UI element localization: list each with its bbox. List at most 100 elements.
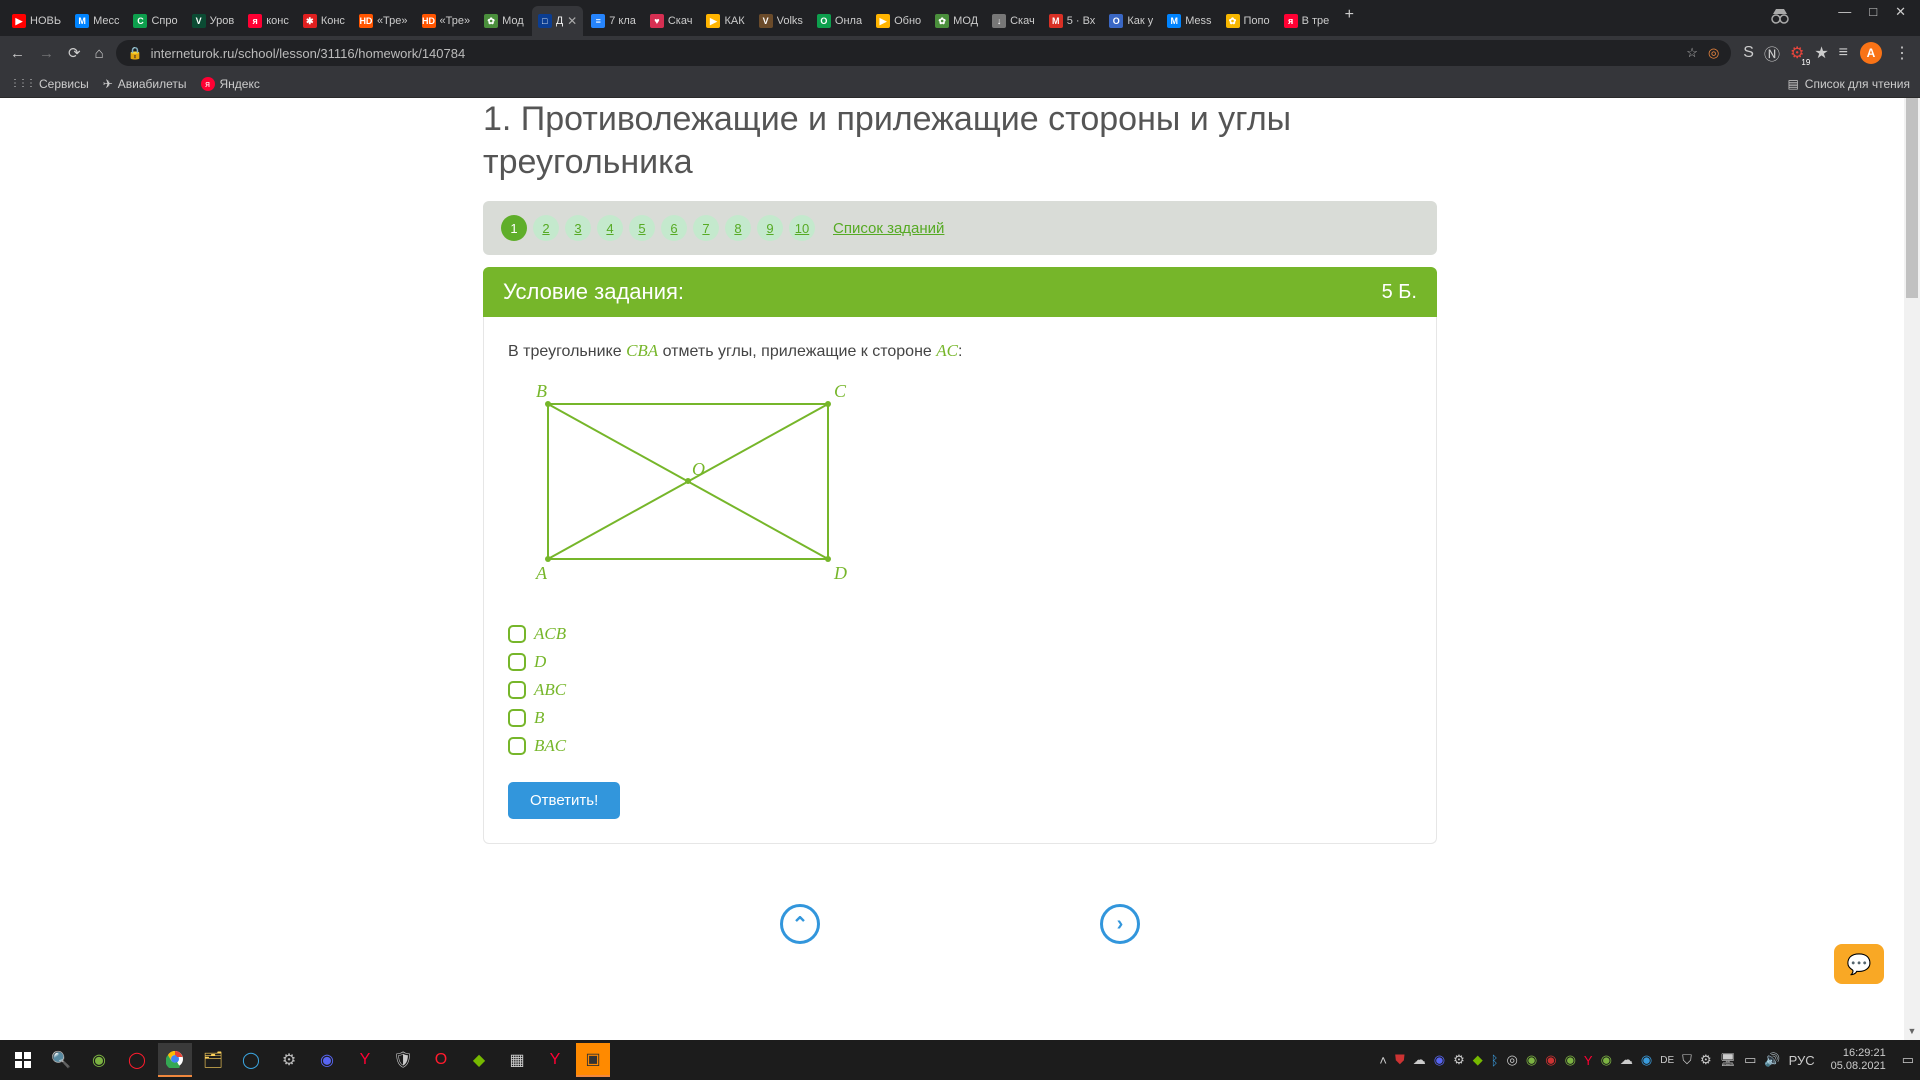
window-close-button[interactable]: ✕ (1895, 4, 1906, 20)
taskbar-app-yandex[interactable]: Y (348, 1043, 382, 1077)
browser-tab[interactable]: ▶Обно (870, 6, 927, 36)
option-checkbox[interactable] (508, 737, 526, 755)
window-minimize-button[interactable]: — (1838, 4, 1851, 20)
tray-up-arrow[interactable]: ˄ (1379, 1053, 1387, 1068)
browser-tab[interactable]: ✱Конс (297, 6, 351, 36)
tray-icon-bt[interactable]: ᛒ (1491, 1053, 1499, 1068)
tray-icon-steam[interactable]: ⚙ (1453, 1052, 1465, 1068)
task-number-button[interactable]: 5 (629, 215, 655, 241)
browser-tab[interactable]: ООнла (811, 6, 868, 36)
cast-icon[interactable]: ◎ (1708, 45, 1719, 61)
browser-tab[interactable]: яконс (242, 6, 295, 36)
answer-option[interactable]: B (508, 708, 1412, 728)
browser-menu-button[interactable]: ⋮ (1894, 43, 1910, 63)
browser-tab[interactable]: ✿Попо (1220, 6, 1276, 36)
extension-icon[interactable]: Ⓝ (1764, 41, 1780, 65)
start-button[interactable] (6, 1043, 40, 1077)
browser-tab[interactable]: VVolks (753, 6, 809, 36)
apps-bookmark[interactable]: ⋮⋮⋮ Сервисы (10, 77, 89, 91)
tray-icon-DE[interactable]: DE (1660, 1055, 1674, 1066)
tray-icon-green2[interactable]: ◉ (1565, 1052, 1576, 1068)
tray-icon-security[interactable]: ⛉ (1682, 1052, 1692, 1068)
taskbar-search-button[interactable]: 🔍 (44, 1043, 78, 1077)
tray-icon-monitor[interactable]: 🖥 (1720, 1052, 1737, 1068)
answer-option[interactable]: ABC (508, 680, 1412, 700)
taskbar-app-chrome[interactable] (158, 1043, 192, 1077)
task-number-button[interactable]: 1 (501, 215, 527, 241)
new-tab-button[interactable]: + (1337, 0, 1361, 36)
taskbar-app-opera-gx[interactable]: ◯ (120, 1043, 154, 1077)
extension-icon[interactable]: ⚙19 (1790, 43, 1804, 63)
tray-icon-sound2[interactable]: ◎ (1507, 1052, 1518, 1068)
browser-tab[interactable]: ▶НОВЬ (6, 6, 67, 36)
browser-tab[interactable]: M5 · Вх (1043, 6, 1102, 36)
browser-tab[interactable]: HD«Тре» (416, 6, 477, 36)
forward-button[interactable]: → (39, 45, 54, 62)
vertical-scrollbar[interactable]: ▲ ▼ (1904, 98, 1920, 1040)
scroll-thumb[interactable] (1906, 98, 1918, 298)
option-checkbox[interactable] (508, 709, 526, 727)
reload-button[interactable]: ⟳ (68, 44, 81, 62)
tray-lang[interactable]: РУС (1789, 1053, 1815, 1068)
extension-icon[interactable]: ★ (1814, 43, 1828, 63)
taskbar-app-utorrent[interactable]: ◉ (82, 1043, 116, 1077)
browser-tab[interactable]: □Д✕ (532, 6, 584, 36)
browser-tab[interactable]: MMess (1161, 6, 1217, 36)
task-list-link[interactable]: Список заданий (833, 220, 944, 237)
browser-tab[interactable]: ✿МОД (929, 6, 984, 36)
browser-tab[interactable]: ▶КАК (700, 6, 750, 36)
chat-fab-button[interactable]: 💬 (1834, 944, 1884, 984)
window-maximize-button[interactable]: □ (1869, 4, 1877, 20)
taskbar-app-opera[interactable]: O (424, 1043, 458, 1077)
task-number-button[interactable]: 6 (661, 215, 687, 241)
taskbar-app-steam[interactable]: ⚙ (272, 1043, 306, 1077)
nav-next-button[interactable]: › (1100, 904, 1140, 944)
taskbar-clock[interactable]: 16:29:21 05.08.2021 (1823, 1047, 1894, 1073)
answer-option[interactable]: D (508, 652, 1412, 672)
task-number-button[interactable]: 3 (565, 215, 591, 241)
taskbar-app-sublime[interactable]: ▣ (576, 1043, 610, 1077)
tray-icon-battery[interactable]: ▭ (1744, 1052, 1756, 1068)
tray-icon-green1[interactable]: ◉ (1526, 1052, 1537, 1068)
browser-tab[interactable]: ♥Скач (644, 6, 699, 36)
task-number-button[interactable]: 2 (533, 215, 559, 241)
yandex-bookmark[interactable]: я Яндекс (201, 77, 260, 91)
taskbar-app-windows-defender[interactable]: 🛡 (386, 1043, 420, 1077)
tray-icon-blue[interactable]: ◉ (1641, 1052, 1652, 1068)
option-checkbox[interactable] (508, 625, 526, 643)
home-button[interactable]: ⌂ (95, 45, 104, 62)
scroll-down-arrow[interactable]: ▼ (1904, 1026, 1920, 1040)
task-number-button[interactable]: 10 (789, 215, 815, 241)
taskbar-app-discord[interactable]: ◉ (310, 1043, 344, 1077)
tab-close-icon[interactable]: ✕ (567, 14, 577, 28)
browser-tab[interactable]: ≡7 кла (585, 6, 642, 36)
tray-icon-steam2[interactable]: ⚙ (1700, 1052, 1712, 1068)
tray-icon-shield[interactable]: ⛊ (1395, 1052, 1405, 1068)
tray-icon-nvidia[interactable]: ◆ (1473, 1052, 1483, 1068)
extension-icon[interactable]: ≡ (1839, 44, 1848, 62)
browser-tab[interactable]: HD«Тре» (353, 6, 414, 36)
browser-tab[interactable]: ССпро (127, 6, 183, 36)
taskbar-app-cortana[interactable]: ◯ (234, 1043, 268, 1077)
browser-tab[interactable]: VУров (186, 6, 241, 36)
browser-tab[interactable]: ↓Скач (986, 6, 1041, 36)
tray-icon-torrent[interactable]: ◉ (1601, 1052, 1612, 1068)
avia-bookmark[interactable]: ✈ Авиабилеты (103, 77, 187, 91)
tray-icon-red[interactable]: ◉ (1545, 1052, 1556, 1068)
taskbar-app-calc[interactable]: ▦ (500, 1043, 534, 1077)
answer-option[interactable]: ACB (508, 624, 1412, 644)
tray-icon-y[interactable]: Y (1584, 1053, 1593, 1068)
nav-up-button[interactable]: ⌃ (780, 904, 820, 944)
reading-list-button[interactable]: ▤ Список для чтения (1787, 77, 1910, 91)
answer-option[interactable]: BAC (508, 736, 1412, 756)
taskbar-app-explorer[interactable]: 🗂 (196, 1043, 230, 1077)
tray-icon-discord[interactable]: ◉ (1434, 1052, 1445, 1068)
task-number-button[interactable]: 8 (725, 215, 751, 241)
star-bookmark-icon[interactable]: ☆ (1686, 45, 1698, 61)
option-checkbox[interactable] (508, 653, 526, 671)
tray-icon-cloud2[interactable]: ☁ (1620, 1052, 1633, 1068)
browser-tab[interactable]: яВ тре (1278, 6, 1336, 36)
profile-avatar[interactable]: А (1860, 42, 1882, 64)
task-number-button[interactable]: 4 (597, 215, 623, 241)
browser-tab[interactable]: ✿Мод (478, 6, 530, 36)
